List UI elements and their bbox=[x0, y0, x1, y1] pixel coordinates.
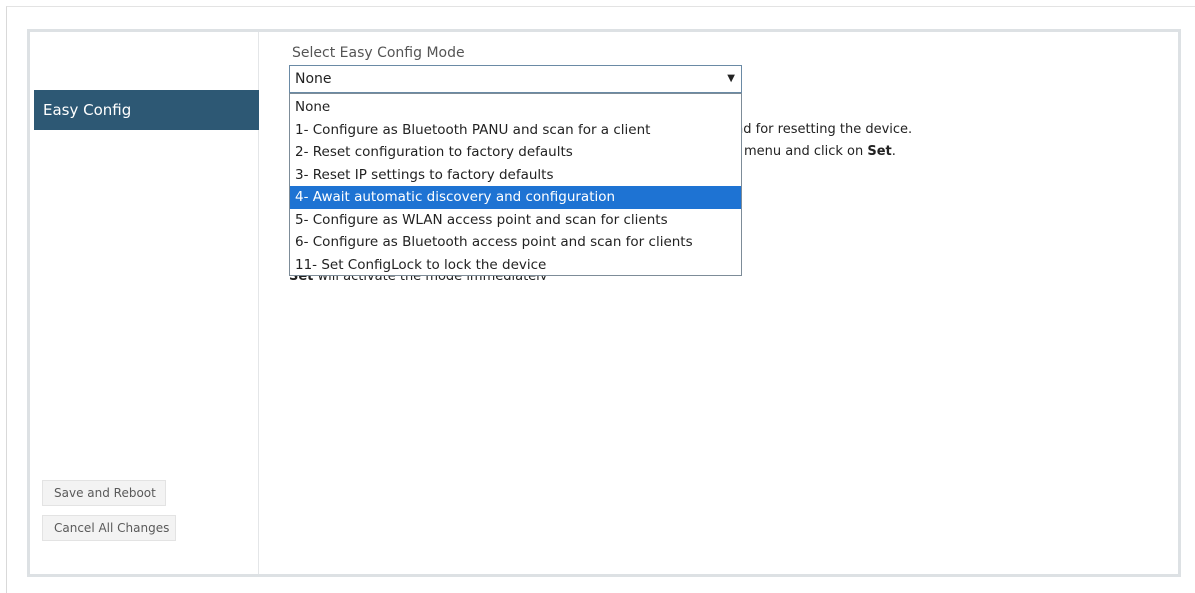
easy-config-mode-select[interactable]: None ▼ bbox=[289, 65, 742, 93]
help-text-menu-set: Set bbox=[867, 144, 892, 159]
select-current-value: None bbox=[295, 71, 332, 87]
option-bluetooth-access-point[interactable]: 6- Configure as Bluetooth access point a… bbox=[290, 231, 741, 254]
help-text-reset: nd for resetting the device. bbox=[735, 122, 913, 137]
dropdown-arrow-icon: ▼ bbox=[727, 73, 735, 84]
option-wlan-access-point[interactable]: 5- Configure as WLAN access point and sc… bbox=[290, 209, 741, 232]
sidebar: Easy Config Save and Reboot Cancel All C… bbox=[30, 32, 259, 574]
save-and-reboot-button[interactable]: Save and Reboot bbox=[42, 480, 166, 506]
option-bluetooth-panu[interactable]: 1- Configure as Bluetooth PANU and scan … bbox=[290, 119, 741, 142]
option-reset-ip-settings[interactable]: 3- Reset IP settings to factory defaults bbox=[290, 164, 741, 187]
help-text-menu-suffix: . bbox=[891, 144, 896, 159]
cancel-all-changes-button[interactable]: Cancel All Changes bbox=[42, 515, 176, 541]
help-text-menu: menu and click on Set. bbox=[744, 144, 896, 159]
config-panel: Easy Config Save and Reboot Cancel All C… bbox=[27, 29, 1181, 577]
option-await-discovery[interactable]: 4- Await automatic discovery and configu… bbox=[290, 186, 741, 209]
easy-config-mode-dropdown: None 1- Configure as Bluetooth PANU and … bbox=[289, 93, 742, 276]
config-panel-inner: Easy Config Save and Reboot Cancel All C… bbox=[30, 32, 1178, 574]
help-text-menu-prefix: menu and click on bbox=[744, 144, 868, 159]
option-set-configlock[interactable]: 11- Set ConfigLock to lock the device bbox=[290, 254, 741, 277]
option-reset-factory-defaults[interactable]: 2- Reset configuration to factory defaul… bbox=[290, 141, 741, 164]
option-none[interactable]: None bbox=[290, 96, 741, 119]
easy-config-mode-label: Select Easy Config Mode bbox=[292, 45, 465, 61]
sidebar-item-easy-config[interactable]: Easy Config bbox=[34, 90, 259, 130]
